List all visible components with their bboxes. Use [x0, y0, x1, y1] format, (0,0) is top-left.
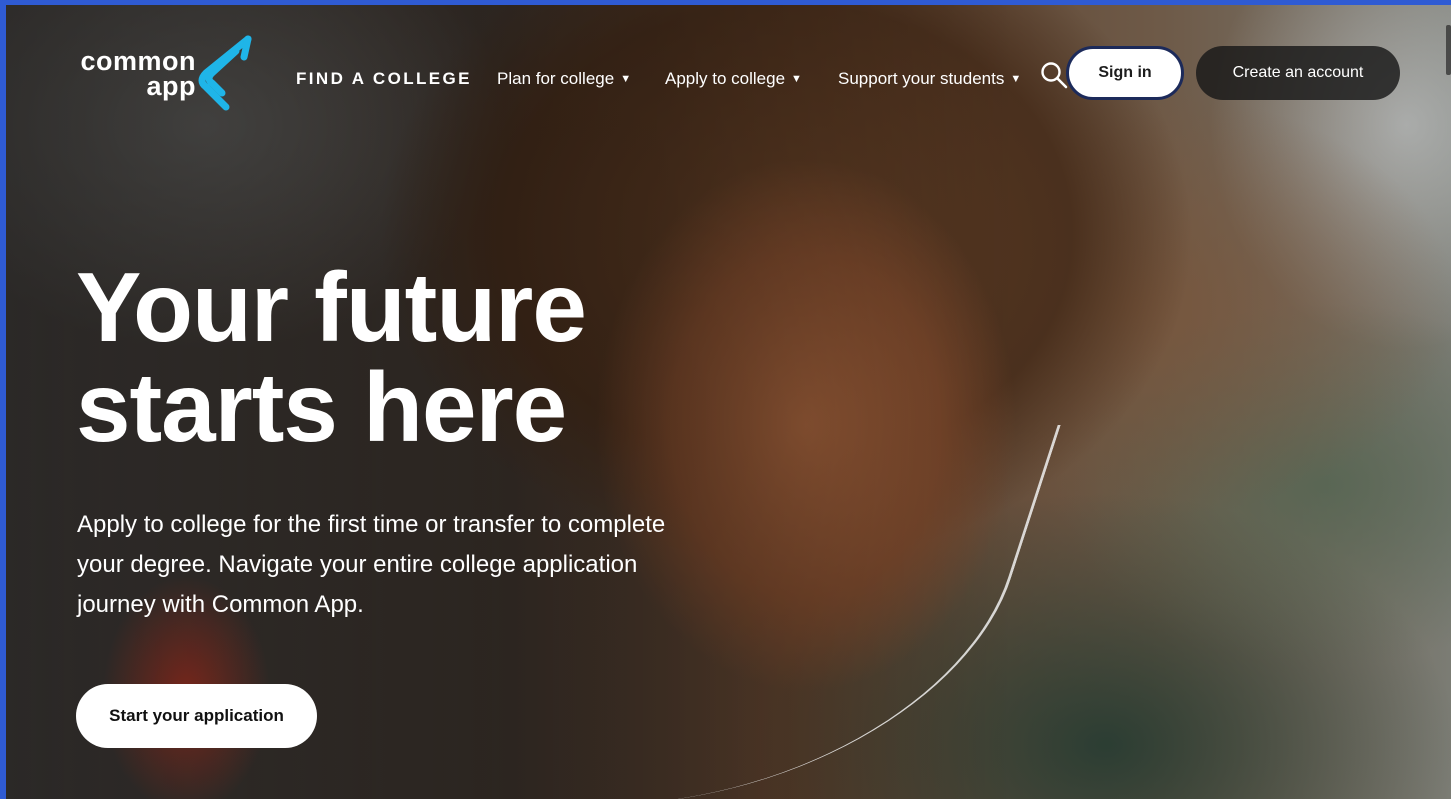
common-app-logo[interactable]: common app: [74, 35, 254, 117]
search-icon[interactable]: [1040, 61, 1068, 89]
nav-label: Plan for college: [497, 69, 615, 88]
nav-label: FIND A COLLEGE: [296, 69, 472, 88]
logo-mark-icon: [198, 35, 252, 111]
start-application-label: Start your application: [109, 706, 284, 725]
logo-line-2: app: [146, 71, 196, 101]
hero-title-line-2: starts here: [76, 352, 567, 462]
hero-subtitle: Apply to college for the first time or t…: [77, 511, 666, 618]
caret-down-icon: ▼: [620, 73, 632, 85]
site-header: common app FIND A COLLEGE Plan for colle…: [6, 5, 1451, 145]
create-account-button[interactable]: Create an account: [1196, 46, 1400, 100]
nav-find-a-college[interactable]: FIND A COLLEGE: [296, 61, 472, 97]
nav-label: Support your students: [838, 69, 1005, 88]
browser-viewport: common app FIND A COLLEGE Plan for colle…: [6, 5, 1451, 799]
caret-down-icon: ▼: [791, 73, 802, 85]
nav-plan-for-college[interactable]: Plan for college ▼: [497, 61, 631, 97]
hero-title-line-1: Your future: [76, 252, 587, 362]
nav-support-your-students[interactable]: Support your students ▼: [838, 61, 1021, 97]
hero-title: Your future starts here: [76, 257, 716, 457]
sign-in-label: Sign in: [1098, 64, 1152, 81]
start-application-button[interactable]: Start your application: [76, 684, 317, 748]
caret-down-icon: ▼: [1010, 73, 1022, 85]
scrollbar-thumb[interactable]: [1446, 25, 1451, 75]
nav-label: Apply to college: [665, 69, 786, 88]
logo-wordmark: common app: [74, 48, 196, 101]
create-account-label: Create an account: [1232, 64, 1364, 81]
sign-in-button[interactable]: Sign in: [1066, 46, 1184, 100]
nav-apply-to-college[interactable]: Apply to college ▼: [665, 61, 802, 97]
